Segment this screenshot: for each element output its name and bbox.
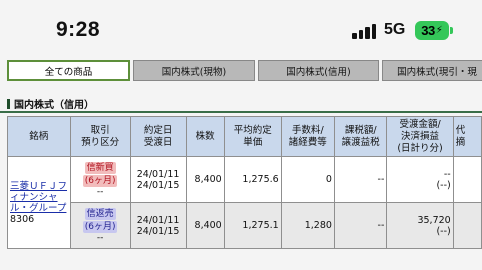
header-fee: 手数料/諸経費等 <box>280 116 335 157</box>
tax-cell: -- <box>333 202 388 249</box>
settlement-cell: 35,720 (--) <box>386 202 454 249</box>
trade-type-badge: 信新買 <box>84 162 116 174</box>
header-tax: 課税額/譲渡益税 <box>333 116 388 157</box>
header-avg-price: 平均約定 単価 <box>223 116 282 157</box>
header-settlement: 受渡金額/決済損益 (日計り分) <box>386 116 454 157</box>
signal-icon <box>352 23 378 39</box>
account-type: -- <box>96 187 104 197</box>
section-title-text: 国内株式（信用） <box>14 100 94 111</box>
status-bar: 9:28 5G 33 ⚡ <box>0 0 482 58</box>
charging-bolt-icon: ⚡ <box>435 25 443 36</box>
clock: 9:28 <box>56 18 101 41</box>
header-trade: 取引 預り区分 <box>69 116 131 157</box>
section-divider <box>0 111 482 113</box>
stock-name-link[interactable]: 三菱ＵＦＪフィナンシャル・グループ <box>10 181 68 214</box>
tab-all-products[interactable]: 全ての商品 <box>7 60 130 81</box>
shares-cell: 8,400 <box>185 202 225 249</box>
table-header-row: 銘柄 取引 預り区分 約定日 受渡日 株数 平均約定 単価 手数料/諸経費等 課税額/… <box>7 116 482 157</box>
settlement-amount: -- <box>443 168 451 180</box>
delivery-date: 24/01/15 <box>136 225 180 237</box>
table-row: 信返売 (6ヶ月) -- 24/01/11 24/01/15 8,400 1,2… <box>8 202 482 249</box>
fee-cell: 0 <box>280 156 335 203</box>
trade-type-cell: 信新買 (6ヶ月) -- <box>69 156 131 203</box>
network-type: 5G <box>384 21 406 38</box>
header-shares: 株数 <box>185 116 225 157</box>
trade-type-badge: 信返売 <box>84 208 116 220</box>
tab-domestic-cash[interactable]: 国内株式(現物) <box>133 60 255 81</box>
header-dates: 約定日 受渡日 <box>129 116 187 157</box>
battery-level: 33 <box>421 23 435 38</box>
tax-cell: -- <box>333 156 388 203</box>
avg-price-cell: 1,275.6 <box>223 156 282 203</box>
stock-code: 8306 <box>10 213 35 225</box>
fee-cell: 1,280 <box>280 202 335 249</box>
tab-domestic-margin[interactable]: 国内株式(信用) <box>258 60 379 81</box>
execution-table: 銘柄 取引 預り区分 約定日 受渡日 株数 平均約定 単価 手数料/諸経費等 課税額/… <box>7 116 482 249</box>
date-cell: 24/01/11 24/01/15 <box>129 202 187 249</box>
section-marker <box>7 98 10 109</box>
term-badge: (6ヶ月) <box>82 175 118 187</box>
settlement-day-pl: (--) <box>436 225 451 237</box>
header-name: 銘柄 <box>7 116 71 157</box>
settlement-day-pl: (--) <box>436 179 451 191</box>
shares-cell: 8,400 <box>185 156 225 203</box>
table-row: 三菱ＵＦＪフィナンシャル・グループ 8306 信新買 (6ヶ月) -- 24/0… <box>7 156 482 249</box>
battery-icon: 33 ⚡ <box>415 21 449 40</box>
stock-cell: 三菱ＵＦＪフィナンシャル・グループ 8306 <box>7 156 71 249</box>
avg-price-cell: 1,275.1 <box>223 202 282 249</box>
settlement-cell: -- (--) <box>386 156 454 203</box>
delivery-date: 24/01/15 <box>136 179 180 191</box>
tab-domestic-delivery[interactable]: 国内株式(現引・現 <box>382 60 482 81</box>
term-badge: (6ヶ月) <box>82 221 118 233</box>
extra-cell <box>452 202 482 249</box>
date-cell: 24/01/11 24/01/15 <box>129 156 187 203</box>
product-tabs: 全ての商品 国内株式(現物) 国内株式(信用) 国内株式(現引・現 <box>0 58 482 83</box>
trade-date: 24/01/11 <box>136 214 180 226</box>
trade-date: 24/01/11 <box>136 168 180 180</box>
trade-type-cell: 信返売 (6ヶ月) -- <box>69 202 131 249</box>
section-title: 国内株式（信用） <box>7 96 94 111</box>
settlement-amount: 35,720 <box>417 214 451 226</box>
header-extra: 代摘 <box>452 116 482 157</box>
extra-cell <box>452 156 482 203</box>
battery-cap <box>450 27 453 34</box>
account-type: -- <box>96 233 104 243</box>
